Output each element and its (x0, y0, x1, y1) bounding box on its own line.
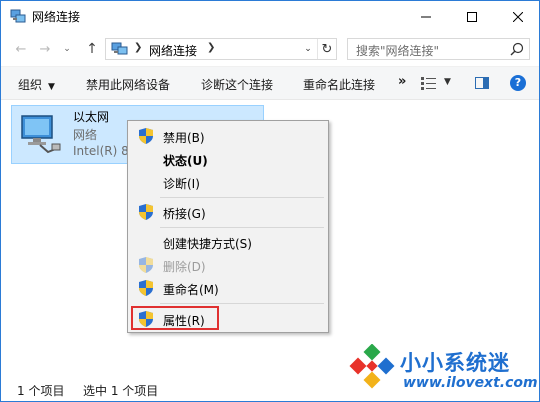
watermark-url: www.ilovext.com (403, 375, 538, 391)
menu-item-label: 禁用(B) (163, 131, 205, 145)
menu-separator (160, 197, 324, 198)
refresh-icon: ↻ (321, 41, 333, 57)
menu-separator (160, 303, 324, 304)
window-title: 网络连接 (32, 10, 81, 24)
breadcrumb-chevron-icon[interactable]: ❯ (207, 42, 215, 53)
command-bar: 组织 ▼ 禁用此网络设备 诊断这个连接 重命名此连接 » ▼ ? (1, 66, 539, 100)
diagnose-connection-button[interactable]: 诊断这个连接 (201, 76, 273, 93)
search-input[interactable]: 搜索"网络连接" (347, 38, 530, 60)
selected-count: 选中 1 个项目 (83, 384, 159, 398)
menu-item-disable[interactable]: 禁用(B) (130, 125, 326, 147)
search-icon (510, 42, 524, 56)
minimize-button[interactable] (403, 1, 449, 32)
properties-highlight-box (131, 306, 219, 330)
menu-item-label: 重命名(M) (163, 283, 219, 297)
organize-label: 组织 (18, 78, 43, 92)
connection-status: 网络 (73, 128, 98, 142)
menu-item-label: 桥接(G) (163, 207, 206, 221)
menu-item-label: 删除(D) (163, 260, 206, 274)
menu-item-label: 诊断(I) (163, 177, 200, 191)
menu-item-delete: 删除(D) (130, 254, 326, 276)
uac-shield-icon (139, 204, 153, 220)
uac-shield-icon (139, 128, 153, 144)
network-folder-icon (111, 42, 128, 55)
forward-arrow-icon: → (39, 41, 51, 57)
back-arrow-icon: ← (15, 41, 27, 57)
explorer-window: 网络连接 ← → ⌄ ↑ ❯ 网络连接 ❯ ⌄ ↻ 搜索"网络连接" 组织 ▼ … (0, 0, 540, 402)
title-bar: 网络连接 (1, 1, 539, 32)
menu-item-rename[interactable]: 重命名(M) (130, 277, 326, 299)
ethernet-adapter-icon (21, 115, 61, 154)
uac-shield-icon (139, 280, 153, 296)
menu-item-status[interactable]: 状态(U) (130, 148, 326, 170)
organize-menu-button[interactable]: 组织 ▼ (18, 76, 55, 93)
menu-separator (160, 227, 324, 228)
network-connections-icon (10, 9, 26, 23)
menu-item-label: 创建快捷方式(S) (163, 237, 252, 251)
disable-device-button[interactable]: 禁用此网络设备 (86, 76, 170, 93)
menu-item-diagnose[interactable]: 诊断(I) (130, 171, 326, 193)
close-button[interactable] (495, 1, 540, 32)
search-placeholder: 搜索"网络连接" (356, 44, 440, 58)
address-bar[interactable]: ❯ 网络连接 ❯ ⌄ ↻ (105, 38, 337, 60)
menu-item-create-shortcut[interactable]: 创建快捷方式(S) (130, 231, 326, 253)
menu-item-bridge[interactable]: 桥接(G) (130, 201, 326, 223)
view-options-icon[interactable] (421, 76, 437, 90)
recent-locations-button[interactable]: ⌄ (60, 39, 74, 59)
minimize-icon (421, 16, 431, 17)
maximize-icon (467, 11, 477, 22)
forward-button[interactable]: → (34, 39, 56, 59)
breadcrumb-chevron-icon[interactable]: ❯ (134, 42, 142, 53)
watermark-logo (349, 344, 395, 389)
watermark-title: 小小系统迷 (400, 351, 510, 375)
up-arrow-icon: ↑ (86, 41, 98, 57)
menu-item-label: 状态(U) (163, 154, 208, 168)
chevron-down-icon: ⌄ (304, 44, 312, 54)
close-icon (513, 11, 523, 22)
help-icon[interactable]: ? (510, 75, 526, 91)
breadcrumb[interactable]: 网络连接 (149, 42, 197, 59)
back-button[interactable]: ← (10, 39, 32, 59)
maximize-button[interactable] (449, 1, 495, 32)
connection-name: 以太网 (73, 110, 110, 124)
up-button[interactable]: ↑ (81, 39, 103, 59)
uac-shield-icon (139, 257, 153, 273)
address-dropdown-button[interactable]: ⌄ (300, 39, 316, 59)
view-dropdown-icon[interactable]: ▼ (444, 77, 451, 87)
chevron-down-icon: ⌄ (63, 44, 71, 54)
context-menu: 禁用(B) 状态(U) 诊断(I) 桥接(G) 创建快捷方式(S) 删除(D) … (127, 120, 329, 333)
navigation-bar: ← → ⌄ ↑ ❯ 网络连接 ❯ ⌄ ↻ 搜索"网络连接" (1, 32, 539, 66)
caret-down-icon: ▼ (48, 82, 55, 92)
rename-connection-button[interactable]: 重命名此连接 (303, 76, 375, 93)
item-count: 1 个项目 (17, 384, 65, 398)
refresh-button[interactable]: ↻ (317, 39, 336, 59)
more-commands-button[interactable]: » (398, 74, 406, 89)
preview-pane-icon[interactable] (475, 77, 489, 89)
